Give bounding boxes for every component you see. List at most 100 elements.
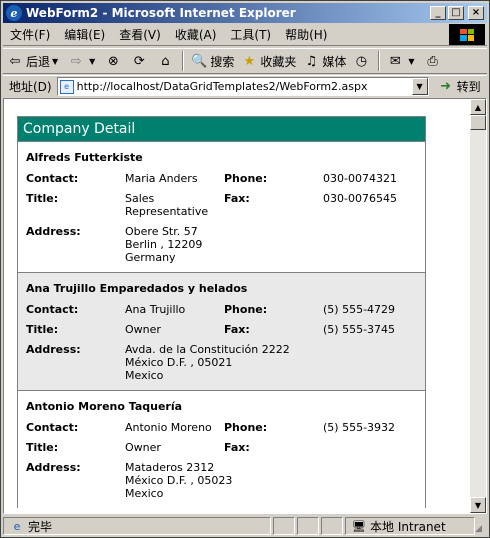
page-icon: e (59, 79, 74, 94)
print-icon: ⎙ (427, 53, 438, 69)
page-content: Company Detail Alfreds Futterkiste Conta… (3, 98, 487, 514)
contact-label: Contact: (26, 303, 79, 316)
scroll-thumb[interactable] (470, 115, 486, 130)
phone-label: Phone: (224, 172, 268, 185)
company-datagrid: Company Detail Alfreds Futterkiste Conta… (17, 116, 426, 508)
forward-button[interactable]: ⇨ ▼ (64, 50, 101, 72)
title-value: Owner (125, 323, 161, 336)
company-record: Antonio Moreno Taquería Contact: Antonio… (18, 390, 425, 508)
vertical-scrollbar[interactable]: ▲ ▼ (470, 99, 486, 513)
go-label: 转到 (456, 80, 481, 94)
company-record: Alfreds Futterkiste Contact: Maria Ander… (18, 141, 425, 272)
search-button[interactable]: 🔍 搜索 (187, 50, 237, 72)
media-label: 媒体 (322, 54, 347, 69)
scroll-up-button[interactable]: ▲ (470, 99, 486, 115)
mail-dropdown-icon[interactable]: ▼ (408, 57, 414, 66)
menu-bar: 文件(F) 编辑(E) 查看(V) 收藏(A) 工具(T) 帮助(H) (3, 24, 487, 46)
status-text: 完毕 (28, 519, 53, 534)
media-icon: ♫ (305, 53, 318, 69)
fax-label: Fax: (224, 323, 250, 336)
company-record: Ana Trujillo Emparedados y helados Conta… (18, 272, 425, 390)
fax-label: Fax: (224, 192, 250, 205)
title-value: Owner (125, 441, 161, 454)
windows-logo (449, 24, 485, 45)
status-panel: e 完毕 (3, 517, 271, 535)
status-panel-empty (321, 517, 343, 535)
menu-edit[interactable]: 编辑(E) (57, 26, 112, 43)
forward-arrow-icon: ⇨ (70, 53, 82, 69)
history-icon: ◷ (355, 53, 368, 69)
menu-favorites[interactable]: 收藏(A) (168, 26, 224, 43)
toolbar-separator (182, 51, 185, 71)
address-value: Mataderos 2312 México D.F. , 05023 Mexic… (125, 461, 233, 500)
status-panel-empty (297, 517, 319, 535)
page-done-icon: e (13, 519, 21, 533)
print-button[interactable]: ⎙ (421, 50, 447, 72)
toolbar-separator (378, 51, 381, 71)
title-label: Title: (26, 323, 59, 336)
title-value: Sales Representative (125, 192, 209, 218)
address-dropdown-icon[interactable]: ▼ (411, 78, 428, 95)
company-name: Ana Trujillo Emparedados y helados (26, 282, 248, 295)
standard-toolbar: ⇦ 后退 ▼ ⇨ ▼ ⊗ ⟳ ⌂ 🔍 搜索 ★ 收藏夹 ♫ 媒体 ◷ ✉ ▼ ⎙ (3, 48, 487, 74)
menu-view[interactable]: 查看(V) (112, 26, 168, 43)
intranet-icon: 🖥 (352, 519, 366, 533)
address-value: Obere Str. 57 Berlin , 12209 Germany (125, 225, 203, 264)
favorites-label: 收藏夹 (260, 54, 297, 69)
close-button[interactable]: × (468, 6, 484, 20)
search-label: 搜索 (210, 54, 235, 69)
scroll-down-button[interactable]: ▼ (470, 497, 486, 513)
phone-label: Phone: (224, 421, 268, 434)
contact-value: Ana Trujillo (125, 303, 186, 316)
phone-label: Phone: (224, 303, 268, 316)
title-label: Title: (26, 192, 59, 205)
phone-value: 030-0074321 (323, 172, 397, 185)
minimize-button[interactable]: _ (430, 6, 446, 20)
mail-button[interactable]: ✉ ▼ (383, 50, 420, 72)
favorites-button[interactable]: ★ 收藏夹 (237, 50, 299, 72)
mail-icon: ✉ (389, 53, 401, 69)
favorites-icon: ★ (243, 53, 256, 69)
back-arrow-icon: ⇦ (9, 53, 21, 69)
address-label: Address: (26, 343, 81, 356)
resize-grip-icon[interactable]: ◢ (475, 524, 487, 536)
forward-dropdown-icon[interactable]: ▼ (89, 57, 95, 66)
search-icon: 🔍 (191, 53, 208, 69)
menu-file[interactable]: 文件(F) (3, 26, 57, 43)
stop-icon: ⊗ (107, 53, 119, 69)
address-label: Address: (26, 225, 81, 238)
zone-panel: 🖥 本地 Intranet (345, 517, 475, 535)
back-dropdown-icon[interactable]: ▼ (52, 57, 58, 66)
menu-tools[interactable]: 工具(T) (223, 26, 278, 43)
title-bar[interactable]: e WebForm2 - Microsoft Internet Explorer… (3, 3, 487, 23)
contact-label: Contact: (26, 421, 79, 434)
phone-value: (5) 555-3932 (323, 421, 396, 434)
stop-button[interactable]: ⊗ (101, 50, 127, 72)
refresh-button[interactable]: ⟳ (127, 50, 153, 72)
fax-value: (5) 555-3745 (323, 323, 396, 336)
go-button[interactable]: ➜ 转到 (437, 78, 481, 96)
fax-value: 030-0076545 (323, 192, 397, 205)
home-button[interactable]: ⌂ (153, 50, 179, 72)
title-label: Title: (26, 441, 59, 454)
contact-value: Maria Anders (125, 172, 198, 185)
address-input[interactable]: e http://localhost/DataGridTemplates2/We… (56, 77, 429, 96)
contact-label: Contact: (26, 172, 79, 185)
contact-value: Antonio Moreno (125, 421, 212, 434)
maximize-button[interactable]: □ (448, 6, 464, 20)
company-name: Antonio Moreno Taquería (26, 400, 183, 413)
browser-window: e WebForm2 - Microsoft Internet Explorer… (0, 0, 490, 538)
menu-help[interactable]: 帮助(H) (278, 26, 334, 43)
home-icon: ⌂ (161, 53, 170, 69)
address-label: Address: (26, 461, 81, 474)
go-arrow-icon: ➜ (440, 79, 452, 94)
zone-text: 本地 Intranet (370, 519, 446, 534)
media-button[interactable]: ♫ 媒体 (299, 50, 349, 72)
back-button[interactable]: ⇦ 后退 ▼ (3, 50, 64, 72)
refresh-icon: ⟳ (133, 53, 145, 69)
address-value: Avda. de la Constitución 2222 México D.F… (125, 343, 290, 382)
history-button[interactable]: ◷ (349, 50, 375, 72)
address-url[interactable]: http://localhost/DataGridTemplates2/WebF… (77, 80, 368, 93)
company-name: Alfreds Futterkiste (26, 151, 143, 164)
address-bar: 地址(D) e http://localhost/DataGridTemplat… (3, 75, 487, 97)
